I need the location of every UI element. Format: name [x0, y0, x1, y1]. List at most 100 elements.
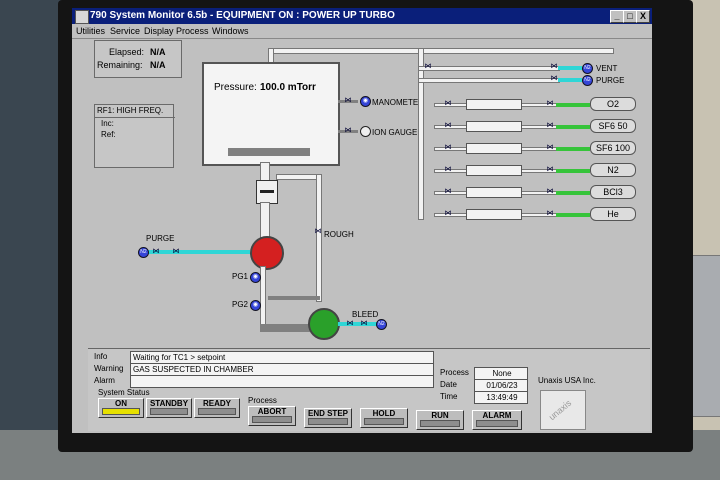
menu-service[interactable]: Service — [110, 24, 140, 38]
purge-right-n2-line — [558, 78, 582, 82]
pg1-gauge-icon[interactable]: ◉ — [250, 272, 261, 283]
minimize-button[interactable]: _ — [610, 10, 624, 23]
gas-valve-he-2-icon[interactable]: ⋈ — [546, 210, 554, 218]
turbo-foreline — [260, 266, 266, 328]
purge-left-label: PURGE — [146, 234, 175, 243]
unaxis-logo: unaxis — [540, 390, 586, 430]
elapsed-value: N/A — [150, 47, 166, 57]
timer-panel: Elapsed: N/A Remaining: N/A — [94, 40, 182, 78]
ready-button[interactable]: READY — [194, 398, 240, 418]
app-icon — [75, 10, 89, 24]
rf-panel: RF1: HIGH FREQ. Inc: Ref: — [94, 104, 175, 168]
end-step-button[interactable]: END STEP — [304, 408, 352, 428]
gas-valve-n2-icon[interactable]: ⋈ — [444, 166, 452, 174]
vent-valve-2-icon[interactable]: ⋈ — [550, 63, 558, 71]
gas-valve-bcl3-2-icon[interactable]: ⋈ — [546, 188, 554, 196]
gas-valve-o2-2-icon[interactable]: ⋈ — [546, 100, 554, 108]
gas-n2-box[interactable]: N2 — [590, 163, 636, 177]
gas-sf6-50-box[interactable]: SF6 50 — [590, 119, 636, 133]
title-bar: 790 System Monitor 6.5b - EQUIPMENT ON :… — [72, 8, 652, 24]
mfc-he[interactable] — [466, 209, 522, 220]
bleed-valve-2-icon[interactable]: ⋈ — [360, 320, 368, 328]
menu-windows[interactable]: Windows — [212, 24, 249, 38]
gas-sf6-100-box[interactable]: SF6 100 — [590, 141, 636, 155]
alarm-indicator — [476, 420, 518, 427]
close-button[interactable]: X — [636, 10, 650, 23]
vent-label: VENT — [596, 64, 618, 73]
gas-supply-he — [556, 213, 590, 217]
mfc-n2[interactable] — [466, 165, 522, 176]
gas-supply-o2 — [556, 103, 590, 107]
gas-valve-he-icon[interactable]: ⋈ — [444, 210, 452, 218]
pg2-label: PG2 — [232, 300, 249, 309]
date-label: Date — [440, 380, 457, 389]
purge-right-label: PURGE — [596, 76, 625, 85]
gate-valve-icon[interactable] — [256, 180, 278, 204]
standby-button[interactable]: STANDBY — [146, 398, 192, 418]
unaxis-logo-text: unaxis — [546, 397, 574, 423]
gas-valve-sf6-50-2-icon[interactable]: ⋈ — [546, 122, 554, 130]
gas-supply-bcl3 — [556, 191, 590, 195]
maximize-button[interactable]: □ — [623, 10, 637, 23]
ion-gauge-icon[interactable] — [360, 126, 371, 137]
menu-utilities[interactable]: Utilities — [76, 24, 105, 38]
purge-right-valve-icon[interactable]: ⋈ — [550, 75, 558, 83]
gas-supply-sf6-50 — [556, 125, 590, 129]
run-button[interactable]: RUN — [416, 410, 464, 430]
ion-gauge-valve-icon[interactable]: ⋈ — [344, 127, 352, 135]
gas-valve-sf6-100-2-icon[interactable]: ⋈ — [546, 144, 554, 152]
mfc-sf6-100[interactable] — [466, 143, 522, 154]
backing-line — [260, 324, 310, 332]
header-pipe — [268, 48, 614, 54]
menu-process[interactable]: Process — [176, 24, 209, 38]
mfc-bcl3[interactable] — [466, 187, 522, 198]
abort-indicator — [252, 416, 292, 423]
gas-bcl3-box[interactable]: BCl3 — [590, 185, 636, 199]
bleed-label: BLEED — [352, 310, 379, 319]
on-button[interactable]: ON — [98, 398, 144, 418]
gas-o2-box[interactable]: O2 — [590, 97, 636, 111]
pg2-gauge-icon[interactable]: ◉ — [250, 300, 261, 311]
gas-valve-o2-icon[interactable]: ⋈ — [444, 100, 452, 108]
hold-button[interactable]: HOLD — [360, 408, 408, 428]
time-label: Time — [440, 392, 458, 401]
mfc-sf6-50[interactable] — [466, 121, 522, 132]
gas-manifold — [418, 48, 424, 220]
gas-he-box[interactable]: He — [590, 207, 636, 221]
mfc-o2[interactable] — [466, 99, 522, 110]
manometer-label: MANOMETER — [372, 98, 424, 107]
gas-supply-n2 — [556, 169, 590, 173]
alarm-button[interactable]: ALARM — [472, 410, 522, 430]
gas-valve-sf6-50-icon[interactable]: ⋈ — [444, 122, 452, 130]
manometer-gauge-icon[interactable]: ◉ — [360, 96, 371, 107]
turbo-pump-icon[interactable] — [250, 236, 284, 270]
process-label: Process — [440, 368, 469, 377]
hold-button-label: HOLD — [372, 409, 396, 418]
bleed-valve-1-icon[interactable]: ⋈ — [346, 320, 354, 328]
gas-valve-bcl3-icon[interactable]: ⋈ — [444, 188, 452, 196]
on-indicator — [102, 408, 140, 415]
screen: 790 System Monitor 6.5b - EQUIPMENT ON :… — [72, 8, 652, 433]
manometer-valve-icon[interactable]: ⋈ — [344, 97, 352, 105]
vent-n2-icon: N2 — [582, 63, 593, 74]
vent-n2-line — [558, 66, 582, 70]
process-chamber: Pressure: 100.0 mTorr — [202, 62, 340, 166]
pg1-label: PG1 — [232, 272, 249, 281]
abort-button[interactable]: ABORT — [248, 406, 296, 426]
info-label: Info — [94, 352, 108, 361]
rf-inc-label: Inc: — [101, 119, 114, 128]
rough-pump-icon[interactable] — [308, 308, 340, 340]
rough-valve-icon[interactable]: ⋈ — [314, 228, 322, 236]
warning-label: Warning — [94, 364, 124, 373]
purge-valve-left-2-icon[interactable]: ⋈ — [172, 248, 180, 256]
remaining-label: Remaining: — [97, 60, 143, 70]
vent-valve-icon[interactable]: ⋈ — [424, 63, 432, 71]
chamber-outlet — [260, 162, 270, 182]
abort-button-label: ABORT — [257, 407, 287, 416]
menu-display[interactable]: Display — [144, 24, 174, 38]
gas-valve-n2-2-icon[interactable]: ⋈ — [546, 166, 554, 174]
gas-valve-sf6-100-icon[interactable]: ⋈ — [444, 144, 452, 152]
standby-indicator — [150, 408, 188, 415]
purge-valve-left-1-icon[interactable]: ⋈ — [152, 248, 160, 256]
alarm-button-label: ALARM — [482, 411, 512, 420]
